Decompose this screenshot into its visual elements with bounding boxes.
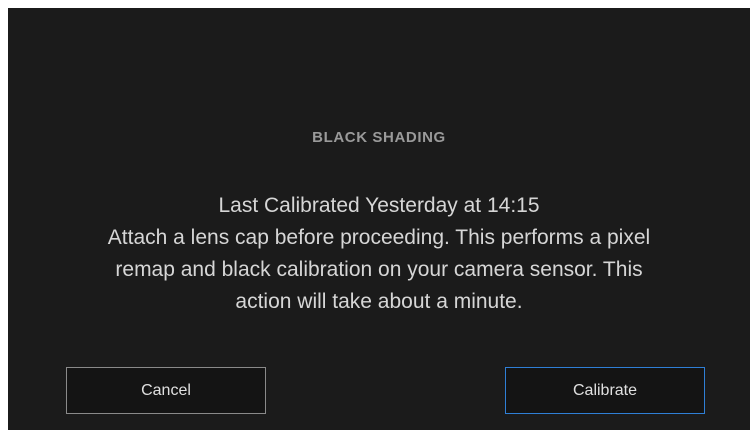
- message-line-3: action will take about a minute.: [235, 290, 523, 313]
- last-calibrated-text: Last Calibrated Yesterday at 14:15: [218, 194, 540, 217]
- cancel-button[interactable]: Cancel: [66, 367, 266, 414]
- calibrate-button[interactable]: Calibrate: [505, 367, 705, 414]
- message-line-1: Attach a lens cap before proceeding. Thi…: [107, 226, 651, 249]
- dialog-message: Last Calibrated Yesterday at 14:15 Attac…: [48, 190, 710, 318]
- black-shading-dialog: BLACK SHADING Last Calibrated Yesterday …: [8, 8, 750, 430]
- message-line-2: remap and black calibration on your came…: [115, 258, 643, 281]
- dialog-title: BLACK SHADING: [312, 129, 446, 146]
